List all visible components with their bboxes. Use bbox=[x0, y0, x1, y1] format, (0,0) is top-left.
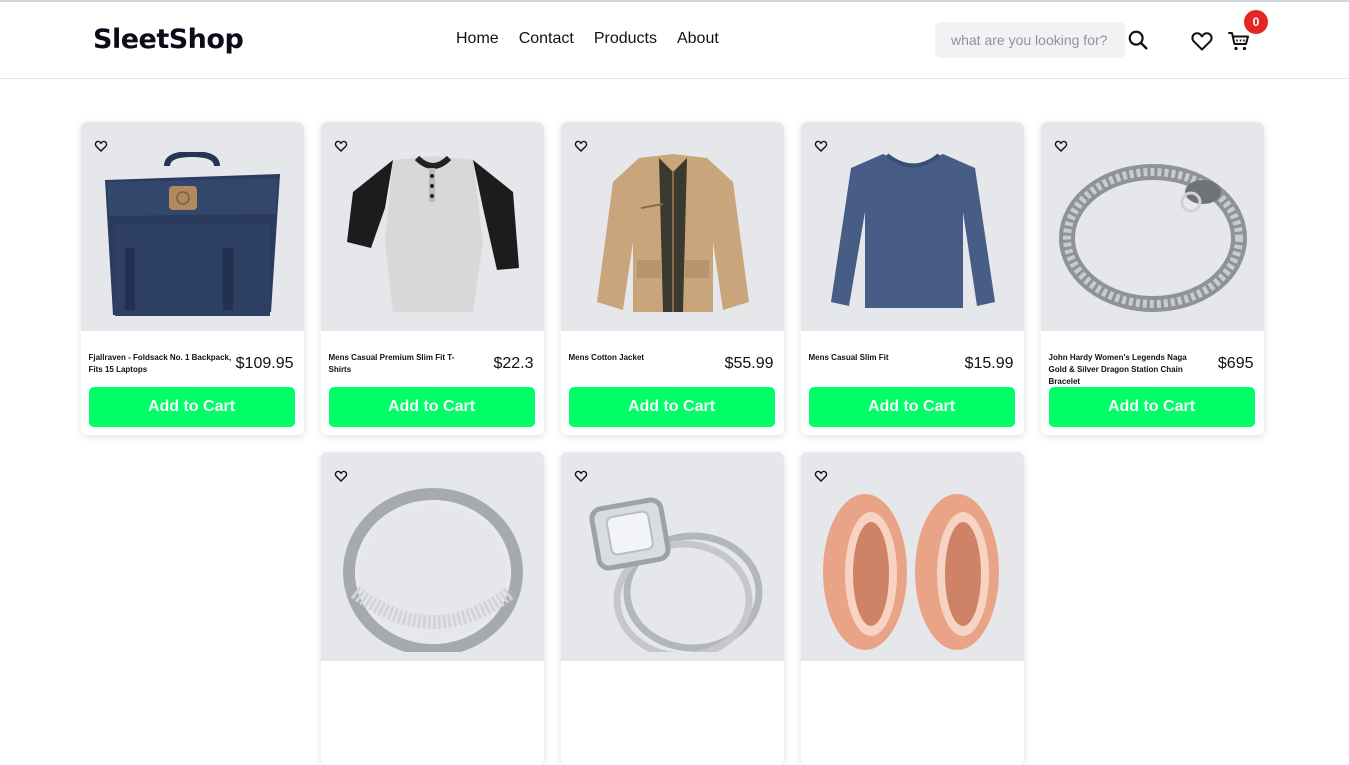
product-image-area bbox=[800, 122, 1024, 331]
product-card[interactable]: Mens Casual Premium Slim Fit T-Shirts $2… bbox=[320, 122, 544, 435]
product-price: $55.99 bbox=[724, 355, 774, 372]
heart-outline-icon[interactable] bbox=[574, 139, 588, 153]
add-to-cart-button[interactable]: Add to Cart bbox=[568, 387, 775, 427]
longsleeve-image bbox=[830, 153, 995, 308]
product-card[interactable]: Mens Cotton Jacket $55.99 Add to Cart bbox=[560, 122, 784, 435]
product-title: Mens Cotton Jacket bbox=[568, 353, 645, 362]
product-price: $695 bbox=[1217, 355, 1254, 372]
product-title: John Hardy Women's Legends Naga Gold & S… bbox=[1048, 353, 1187, 386]
brand-logo[interactable]: SleetShop bbox=[93, 24, 244, 55]
product-image-area bbox=[320, 122, 544, 331]
product-title: Fjallraven - Foldsack No. 1 Backpack, Fi… bbox=[88, 353, 232, 374]
add-to-cart-button[interactable]: Add to Cart bbox=[328, 387, 535, 427]
product-image-area bbox=[80, 122, 304, 331]
add-to-cart-button[interactable]: Add to Cart bbox=[88, 387, 295, 427]
product-image-area bbox=[560, 122, 784, 331]
heart-outline-icon[interactable] bbox=[1054, 139, 1068, 153]
nav-about-link[interactable]: About bbox=[677, 30, 719, 48]
add-to-cart-button[interactable]: Add to Cart bbox=[808, 387, 1015, 427]
heart-icon[interactable] bbox=[1190, 29, 1214, 53]
heart-outline-icon[interactable] bbox=[334, 469, 348, 483]
product-card[interactable]: Mens Casual Slim Fit $15.99 Add to Cart bbox=[800, 122, 1024, 435]
nav-contact-link[interactable]: Contact bbox=[519, 30, 574, 48]
product-price: $15.99 bbox=[964, 355, 1014, 372]
nav-home-link[interactable]: Home bbox=[456, 30, 499, 48]
backpack-image bbox=[104, 152, 280, 316]
search-input[interactable] bbox=[935, 22, 1125, 58]
add-to-cart-button[interactable]: Add to Cart bbox=[1048, 387, 1255, 427]
product-card[interactable] bbox=[800, 452, 1024, 765]
tshirt-image bbox=[346, 155, 519, 312]
product-price: $109.95 bbox=[235, 355, 294, 372]
product-price: $22.3 bbox=[493, 355, 534, 372]
site-header: SleetShop Home Contact Products About 0 bbox=[0, 2, 1349, 79]
jacket-image bbox=[596, 154, 749, 312]
heart-outline-icon[interactable] bbox=[814, 469, 828, 483]
cart-count-badge: 0 bbox=[1244, 10, 1268, 34]
product-card[interactable]: John Hardy Women's Legends Naga Gold & S… bbox=[1040, 122, 1264, 435]
product-title: Mens Casual Premium Slim Fit T-Shirts bbox=[328, 353, 455, 374]
main-nav: Home Contact Products About bbox=[456, 30, 719, 48]
product-card[interactable]: Fjallraven - Foldsack No. 1 Backpack, Fi… bbox=[80, 122, 304, 435]
product-title: Mens Casual Slim Fit bbox=[808, 353, 889, 362]
search-icon[interactable] bbox=[1127, 29, 1149, 51]
heart-outline-icon[interactable] bbox=[574, 469, 588, 483]
nav-products-link[interactable]: Products bbox=[594, 30, 657, 48]
product-image-area bbox=[560, 452, 784, 661]
bracelet-image bbox=[1058, 164, 1247, 312]
product-image-area bbox=[320, 452, 544, 661]
diamond-ring-image bbox=[588, 497, 762, 652]
rose-gold-plugs-image bbox=[822, 494, 999, 650]
product-grid: Fjallraven - Foldsack No. 1 Backpack, Fi… bbox=[80, 122, 1264, 765]
heart-outline-icon[interactable] bbox=[334, 139, 348, 153]
heart-outline-icon[interactable] bbox=[814, 139, 828, 153]
product-image-area bbox=[1040, 122, 1264, 331]
heart-outline-icon[interactable] bbox=[94, 139, 108, 153]
product-image-area bbox=[800, 452, 1024, 661]
product-card[interactable] bbox=[320, 452, 544, 765]
silver-ring-image bbox=[342, 488, 523, 652]
product-card[interactable] bbox=[560, 452, 784, 765]
cart-icon[interactable] bbox=[1227, 29, 1251, 53]
